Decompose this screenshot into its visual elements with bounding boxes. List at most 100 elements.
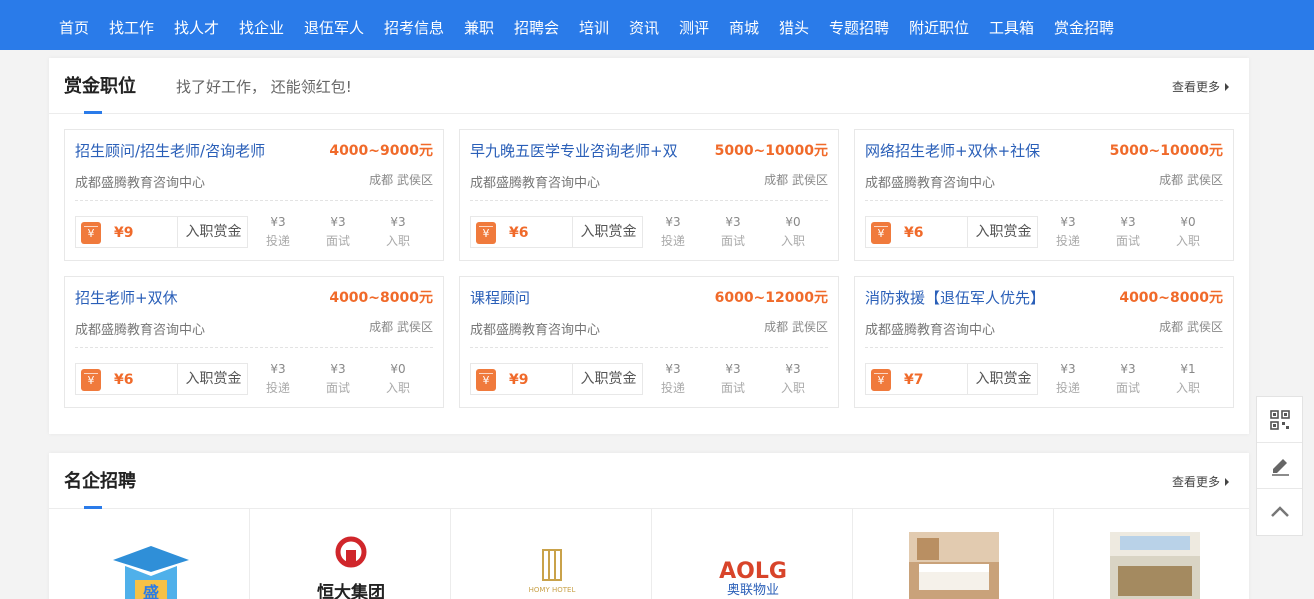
svg-text:奥联物业: 奥联物业: [727, 583, 779, 598]
stat-apply: ¥3 投递: [660, 215, 685, 248]
nav-veterans[interactable]: 退伍军人: [304, 0, 364, 50]
job-salary: 4000~8000元: [329, 290, 433, 306]
nav-nearby-jobs[interactable]: 附近职位: [909, 0, 969, 50]
job-title[interactable]: 早九晚五医学专业咨询老师+双: [470, 140, 715, 161]
triangle-right-icon: [1225, 83, 1229, 91]
section-subtitle: 找了好工作， 还能领红包!: [176, 78, 352, 96]
bounty-box: ¥ ¥7 入职赏金: [865, 363, 1038, 395]
nav-part-time[interactable]: 兼职: [464, 0, 494, 50]
job-title[interactable]: 招生顾问/招生老师/咨询老师: [75, 140, 320, 161]
job-salary: 4000~8000元: [1119, 290, 1223, 306]
red-envelope-icon: ¥: [871, 222, 891, 244]
bounty-amount: ¥6: [509, 225, 529, 241]
company-name[interactable]: 成都盛腾教育咨询中心: [470, 172, 600, 191]
red-envelope-icon: ¥: [476, 222, 496, 244]
bounty-label: 入职赏金: [572, 217, 644, 247]
bounty-label: 入职赏金: [967, 364, 1039, 394]
job-salary: 4000~9000元: [329, 143, 433, 159]
bounty-label: 入职赏金: [572, 364, 644, 394]
svg-text:恒大集团: 恒大集团: [317, 582, 385, 599]
triangle-right-icon: [1225, 478, 1229, 486]
nav-find-company[interactable]: 找企业: [239, 0, 284, 50]
bounty-amount: ¥6: [114, 372, 134, 388]
back-to-top-button[interactable]: [1257, 489, 1302, 535]
bounty-label: 入职赏金: [967, 217, 1039, 247]
divider: [865, 347, 1223, 348]
stat-apply: ¥3 投递: [265, 362, 290, 395]
job-card[interactable]: 网络招生老师+双休+社保 5000~10000元 成都盛腾教育咨询中心 成都 武…: [854, 129, 1234, 261]
nav-mall[interactable]: 商城: [729, 0, 759, 50]
job-salary: 5000~10000元: [714, 143, 828, 159]
svg-text:盛: 盛: [143, 583, 159, 599]
divider: [865, 200, 1223, 201]
graduation-cap-logo: 盛: [113, 546, 189, 599]
company-cell[interactable]: AOLG 奥联物业: [652, 509, 853, 599]
stat-interview: ¥3 面试: [325, 215, 350, 248]
view-more-link[interactable]: 查看更多: [1172, 58, 1229, 116]
nav-toolbox[interactable]: 工具箱: [989, 0, 1034, 50]
red-envelope-icon: ¥: [476, 369, 496, 391]
title-underline: [84, 111, 102, 114]
job-card[interactable]: 课程顾问 6000~12000元 成都盛腾教育咨询中心 成都 武侯区 ¥ ¥9 …: [459, 276, 839, 408]
svg-text:AOLG: AOLG: [719, 559, 787, 584]
stat-hired: ¥3 入职: [385, 215, 410, 248]
nav-headhunter[interactable]: 猎头: [779, 0, 809, 50]
job-card[interactable]: 招生老师+双休 4000~8000元 成都盛腾教育咨询中心 成都 武侯区 ¥ ¥…: [64, 276, 444, 408]
stat-interview: ¥3 面试: [1115, 362, 1140, 395]
nav-find-job[interactable]: 找工作: [109, 0, 154, 50]
job-title[interactable]: 课程顾问: [470, 287, 715, 308]
job-salary: 5000~10000元: [1109, 143, 1223, 159]
nav-news[interactable]: 资讯: [629, 0, 659, 50]
nav-job-fair[interactable]: 招聘会: [514, 0, 559, 50]
bounty-amount: ¥9: [509, 372, 529, 388]
stat-hired: ¥3 入职: [780, 362, 805, 395]
company-name[interactable]: 成都盛腾教育咨询中心: [75, 319, 205, 338]
section-header: 赏金职位 找了好工作， 还能领红包! 查看更多: [49, 58, 1249, 114]
bounty-box: ¥ ¥9 入职赏金: [75, 216, 248, 248]
job-card[interactable]: 消防救援【退伍军人优先】 4000~8000元 成都盛腾教育咨询中心 成都 武侯…: [854, 276, 1234, 408]
stat-apply: ¥3 投递: [265, 215, 290, 248]
job-title[interactable]: 招生老师+双休: [75, 287, 320, 308]
divider: [470, 200, 828, 201]
section-title: 名企招聘: [64, 471, 136, 492]
company-cell[interactable]: [853, 509, 1054, 599]
nav-bounty-recruit[interactable]: 赏金招聘: [1054, 0, 1114, 50]
company-cell[interactable]: [1054, 509, 1255, 599]
stat-apply: ¥3 投递: [1055, 215, 1080, 248]
job-title[interactable]: 网络招生老师+双休+社保: [865, 140, 1110, 161]
section-title: 赏金职位: [64, 76, 136, 97]
bounty-box: ¥ ¥6 入职赏金: [75, 363, 248, 395]
company-name[interactable]: 成都盛腾教育咨询中心: [75, 172, 205, 191]
divider: [75, 347, 433, 348]
feedback-button[interactable]: [1257, 443, 1302, 489]
nav-home[interactable]: 首页: [59, 0, 89, 50]
stat-interview: ¥3 面试: [720, 215, 745, 248]
company-cell[interactable]: 盛: [49, 509, 250, 599]
nav-find-talent[interactable]: 找人才: [174, 0, 219, 50]
divider: [470, 347, 828, 348]
company-cell[interactable]: HOMY HOTEL: [451, 509, 652, 599]
company-name[interactable]: 成都盛腾教育咨询中心: [865, 319, 995, 338]
bounty-box: ¥ ¥6 入职赏金: [865, 216, 1038, 248]
job-card[interactable]: 早九晚五医学专业咨询老师+双 5000~10000元 成都盛腾教育咨询中心 成都…: [459, 129, 839, 261]
red-envelope-icon: ¥: [81, 222, 101, 244]
bounty-label: 入职赏金: [177, 217, 249, 247]
nav-assessment[interactable]: 测评: [679, 0, 709, 50]
company-name[interactable]: 成都盛腾教育咨询中心: [470, 319, 600, 338]
job-title[interactable]: 消防救援【退伍军人优先】: [865, 287, 1110, 308]
nav-training[interactable]: 培训: [579, 0, 609, 50]
company-name[interactable]: 成都盛腾教育咨询中心: [865, 172, 995, 191]
job-salary: 6000~12000元: [714, 290, 828, 306]
stat-interview: ¥3 面试: [720, 362, 745, 395]
view-more-link[interactable]: 查看更多: [1172, 453, 1229, 511]
job-location: 成都 武侯区: [369, 320, 433, 334]
floating-side-bar: [1256, 396, 1303, 536]
bounty-amount: ¥6: [904, 225, 924, 241]
nav-exam-info[interactable]: 招考信息: [384, 0, 444, 50]
company-cell[interactable]: 恒大集团: [250, 509, 451, 599]
job-location: 成都 武侯区: [369, 173, 433, 187]
nav-special-recruit[interactable]: 专题招聘: [829, 0, 889, 50]
job-card[interactable]: 招生顾问/招生老师/咨询老师 4000~9000元 成都盛腾教育咨询中心 成都 …: [64, 129, 444, 261]
qrcode-button[interactable]: [1257, 397, 1302, 443]
stat-hired: ¥1 入职: [1175, 362, 1200, 395]
